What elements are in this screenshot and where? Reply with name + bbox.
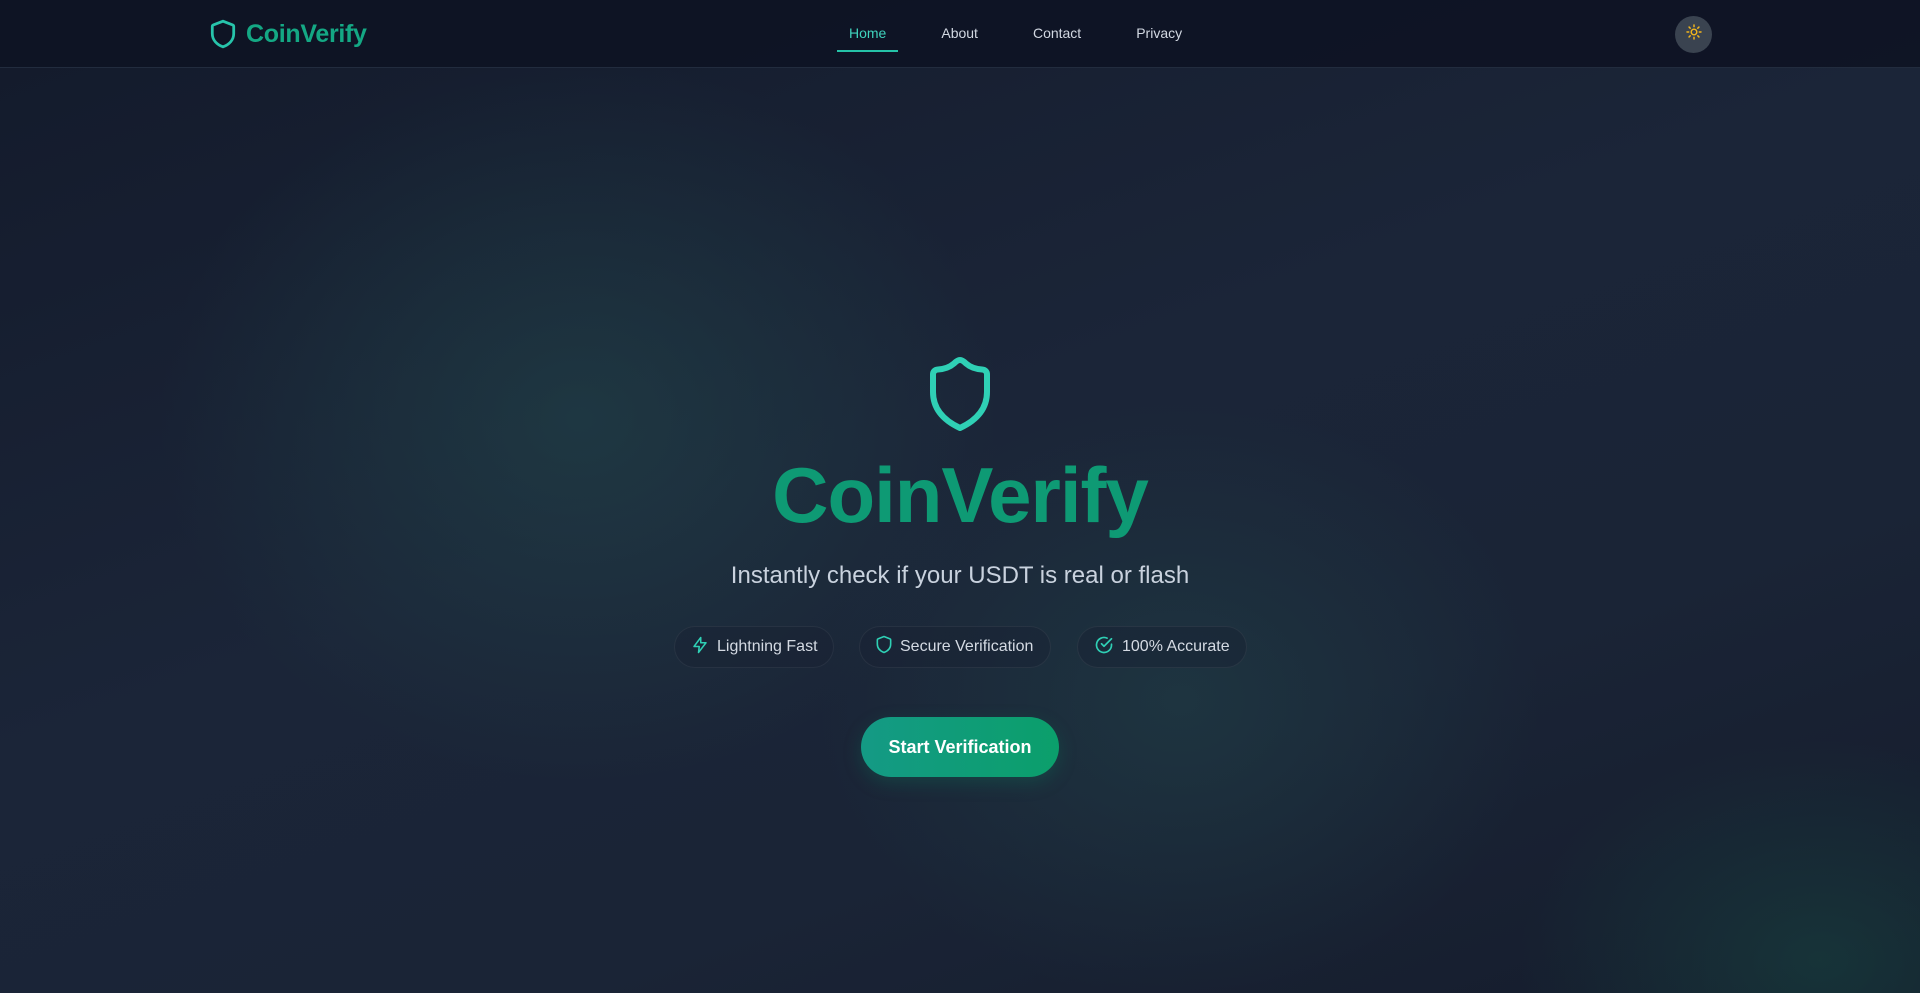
feature-label: Lightning Fast [717, 638, 818, 655]
brand-logo-link[interactable]: CoinVerify [210, 16, 367, 52]
hero-section: CoinVerify Instantly check if your USDT … [0, 68, 1920, 993]
hero-subtitle: Instantly check if your USDT is real or … [730, 562, 1190, 589]
nav-link-contact[interactable]: Contact [1021, 0, 1093, 68]
shield-icon [876, 635, 892, 659]
nav-link-home[interactable]: Home [837, 0, 899, 68]
feature-label: 100% Accurate [1122, 638, 1230, 655]
start-verification-button[interactable]: Start Verification [861, 717, 1059, 777]
nav-link-privacy[interactable]: Privacy [1124, 0, 1194, 68]
theme-toggle-button[interactable] [1675, 16, 1712, 53]
page: CoinVerify Home About Contact Privacy Co… [0, 0, 1920, 993]
lightning-icon [691, 635, 709, 660]
sun-icon [1685, 24, 1702, 45]
feature-badge-lightning-fast: Lightning Fast [674, 626, 834, 668]
nav-links: Home About Contact Privacy [837, 0, 1225, 68]
hero-title: CoinVerify [772, 451, 1149, 539]
nav-link-about[interactable]: About [929, 0, 990, 68]
shield-icon [925, 356, 995, 432]
navbar: CoinVerify Home About Contact Privacy [0, 0, 1920, 68]
feature-badge-secure-verification: Secure Verification [859, 626, 1051, 668]
brand-name: CoinVerify [246, 19, 367, 48]
feature-label: Secure Verification [900, 638, 1034, 655]
shield-icon [210, 19, 236, 49]
feature-badge-accurate: 100% Accurate [1077, 626, 1247, 668]
check-circle-icon [1094, 635, 1114, 660]
